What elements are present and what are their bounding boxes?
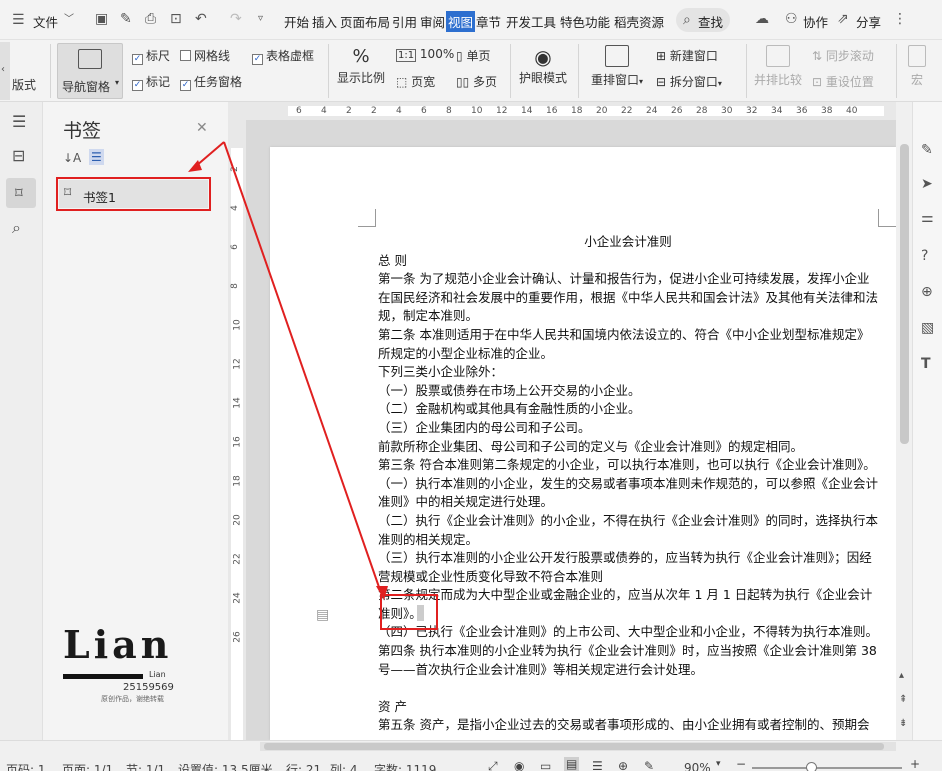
reading-icon[interactable]: ▭ [540,759,551,771]
zoom-in-icon[interactable]: + [910,757,920,771]
prev-page-icon[interactable]: ⇞ [899,692,907,708]
status-col: 列: 4 [330,763,358,771]
horizontal-scrollbar[interactable] [260,742,896,751]
status-row: 行: 21 [286,763,322,771]
status-section: 节: 1/1 [126,763,166,771]
pointer-icon[interactable]: ➤ [921,176,933,192]
doc-edit-icon[interactable]: ▧ [921,320,934,336]
fullscreen-icon[interactable]: ⤢ [488,759,498,771]
view-icon[interactable]: ◉ [514,759,524,771]
annotation-arrows [188,141,388,600]
arrow-to-cursor [223,141,381,591]
status-setting: 设置值: 13.5厘米 [178,763,273,771]
status-page-number[interactable]: 页码: 1 [6,761,46,771]
arrow-to-bookmark [195,141,225,167]
scroll-thumb[interactable] [900,144,909,444]
write-icon[interactable]: ✎ [644,759,654,771]
help-icon[interactable]: ? [921,248,928,264]
status-pages[interactable]: 页面: 1/1 [62,761,113,771]
zoom-slider-thumb[interactable] [806,762,817,771]
zoom-out-icon[interactable]: − [736,757,746,771]
outline-view-icon[interactable]: ☰ [592,759,603,771]
vertical-scrollbar[interactable]: ▴ ⇞ ⇟ [896,102,912,740]
scroll-up-icon[interactable]: ▴ [899,668,904,684]
status-bar: 页码: 1 页面: 1/1 节: 1/1 设置值: 13.5厘米 行: 21 列… [0,740,942,771]
zoom-slider[interactable] [752,762,902,771]
page-view-icon[interactable]: ▤ [564,757,580,771]
right-toolbar: ✎ ➤ ⚌ ? ⊕ ▧ T [912,102,942,740]
sliders-icon[interactable]: ⚌ [921,210,934,226]
zoom-level[interactable]: 90% [684,761,711,771]
lock-doc-icon[interactable]: ⊕ [921,284,933,300]
hscroll-thumb[interactable] [264,743,884,750]
arrowhead-cursor [376,586,388,600]
status-words[interactable]: 字数: 1119 [374,761,436,771]
next-page-icon[interactable]: ⇟ [899,716,907,732]
web-view-icon[interactable]: ⊕ [618,759,628,771]
text-icon[interactable]: T [921,356,931,372]
dropdown-arrow-icon[interactable]: ▾ [716,759,721,769]
pen-icon[interactable]: ✎ [921,142,933,158]
